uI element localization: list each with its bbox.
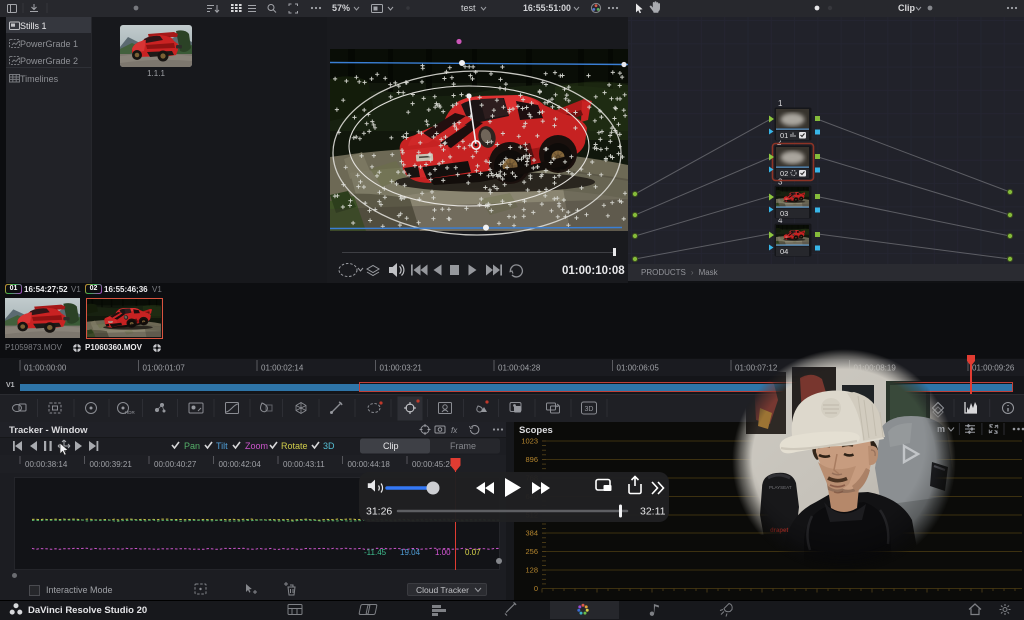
svg-text:256: 256 <box>525 547 538 556</box>
svg-text:01:00:02:14: 01:00:02:14 <box>261 364 304 373</box>
svg-text:00:00:38:14: 00:00:38:14 <box>25 460 68 469</box>
svg-text:-11.45: -11.45 <box>364 548 387 557</box>
svg-text:02: 02 <box>780 169 788 178</box>
svg-text:01:00:03:21: 01:00:03:21 <box>380 364 423 373</box>
svg-text:31:26: 31:26 <box>366 506 392 518</box>
svg-text:01:00:04:28: 01:00:04:28 <box>498 364 541 373</box>
svg-text:0: 0 <box>534 584 538 593</box>
svg-text:01:00:10:08: 01:00:10:08 <box>562 265 625 277</box>
svg-text:01:00:09:26: 01:00:09:26 <box>972 364 1015 373</box>
svg-text:01: 01 <box>780 131 788 140</box>
svg-text:57%: 57% <box>332 3 350 13</box>
svg-text:19.04: 19.04 <box>400 548 421 557</box>
svg-text:01:00:06:05: 01:00:06:05 <box>617 364 660 373</box>
svg-text:Rotate: Rotate <box>281 441 308 451</box>
svg-text:1: 1 <box>778 99 783 108</box>
svg-text:00:00:43:11: 00:00:43:11 <box>283 460 325 469</box>
svg-text:01:00:00:00: 01:00:00:00 <box>24 364 67 373</box>
svg-text:384: 384 <box>525 529 538 538</box>
svg-text:00:00:39:21: 00:00:39:21 <box>90 460 133 469</box>
svg-text:fx: fx <box>451 426 458 435</box>
svg-text:3D: 3D <box>585 406 594 413</box>
svg-text:00:00:40:27: 00:00:40:27 <box>154 460 197 469</box>
svg-text:3D: 3D <box>323 441 335 451</box>
svg-text:test: test <box>461 3 476 13</box>
svg-text:00:00:45:24: 00:00:45:24 <box>412 460 455 469</box>
svg-text:01:00:01:07: 01:00:01:07 <box>143 364 186 373</box>
svg-text:03: 03 <box>780 209 788 218</box>
svg-text:1023: 1023 <box>521 437 538 446</box>
svg-text:1.00: 1.00 <box>435 548 451 557</box>
svg-text:32:11: 32:11 <box>640 506 666 518</box>
svg-text:Clip: Clip <box>898 3 916 13</box>
svg-text:Pan: Pan <box>184 441 200 451</box>
svg-text:128: 128 <box>525 566 538 575</box>
svg-text:16:55:51:00: 16:55:51:00 <box>523 3 571 13</box>
svg-text:896: 896 <box>525 455 538 464</box>
svg-text:3: 3 <box>778 178 783 187</box>
svg-text:Tilt: Tilt <box>216 441 228 451</box>
svg-text:HDR: HDR <box>125 410 135 415</box>
svg-text:00:00:44:18: 00:00:44:18 <box>348 460 391 469</box>
svg-text:0.07: 0.07 <box>465 548 481 557</box>
svg-text:Frame: Frame <box>450 441 476 451</box>
svg-text:04: 04 <box>780 247 788 256</box>
svg-text:00:00:42:04: 00:00:42:04 <box>219 460 262 469</box>
svg-text:Zoom: Zoom <box>245 441 268 451</box>
svg-text:DaVinci Resolve Studio 20: DaVinci Resolve Studio 20 <box>28 605 147 616</box>
svg-text:Clip: Clip <box>383 441 399 451</box>
